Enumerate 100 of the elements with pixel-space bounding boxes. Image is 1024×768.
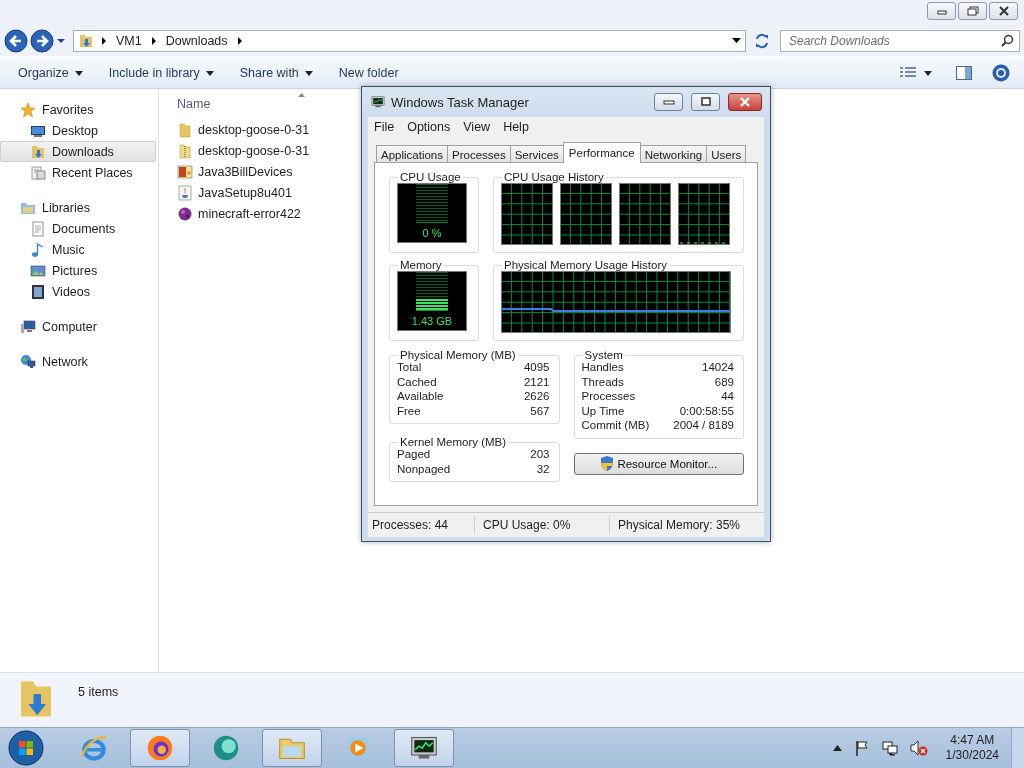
- view-options-icon[interactable]: [900, 67, 916, 79]
- column-header[interactable]: Name: [177, 97, 211, 111]
- breadcrumb-item[interactable]: Downloads: [163, 34, 230, 48]
- listed-entry[interactable]: desktop-goose-0-31: [177, 119, 357, 140]
- window-title: Windows Task Manager: [391, 94, 529, 110]
- cpu-history-graph: [501, 183, 553, 245]
- task-manager-icon: [410, 734, 438, 762]
- sidebar-item[interactable]: Pictures: [0, 260, 156, 281]
- stat-value: 567: [530, 404, 550, 419]
- taskbar-button[interactable]: [130, 729, 190, 767]
- music-note-icon: [30, 241, 46, 258]
- group-label: CPU Usage: [399, 171, 462, 183]
- taskbar-button[interactable]: [394, 729, 454, 767]
- app-icon: [212, 734, 240, 762]
- chevron-icon[interactable]: [150, 37, 157, 45]
- menu-item[interactable]: View: [463, 120, 491, 134]
- app-icon: [177, 205, 193, 222]
- caret-icon: [74, 70, 83, 76]
- dropdown-caret-icon[interactable]: [732, 38, 741, 44]
- tab[interactable]: Networking: [639, 145, 708, 163]
- sidebar-item[interactable]: Favorites: [0, 99, 158, 120]
- group-label: System: [583, 349, 624, 361]
- clock-date[interactable]: 1/30/2024: [945, 748, 999, 763]
- picture-icon: [30, 262, 46, 279]
- tab[interactable]: Applications: [376, 145, 448, 163]
- sidebar-item[interactable]: Downloads: [0, 141, 156, 162]
- meter-reading: 0 %: [422, 227, 442, 239]
- browser-icon: [80, 734, 108, 762]
- listed-entry[interactable]: desktop-goose-0-31: [177, 140, 357, 161]
- toolbar-button[interactable]: Share with: [233, 63, 319, 83]
- clock-time[interactable]: 4:47 AM: [950, 733, 995, 748]
- flag-icon[interactable]: [853, 740, 870, 756]
- listed-entry[interactable]: Java3BillDevices: [177, 161, 357, 182]
- tab[interactable]: Users: [706, 145, 747, 163]
- forward-button[interactable]: [30, 29, 54, 53]
- menu-item[interactable]: Options: [407, 120, 451, 134]
- chevron-icon[interactable]: [101, 37, 107, 45]
- stat-label: Total: [397, 361, 422, 375]
- sidebar-item[interactable]: Recent Places: [0, 162, 156, 183]
- task-manager-icon: [370, 95, 386, 109]
- start-button[interactable]: [8, 730, 44, 766]
- network-icon[interactable]: [881, 740, 898, 756]
- tab[interactable]: Performance: [562, 142, 641, 163]
- network-icon: [20, 353, 36, 370]
- cpu-history-graph: [560, 183, 612, 245]
- menu-item[interactable]: Help: [503, 120, 529, 134]
- group-label: CPU Usage History: [503, 171, 605, 183]
- close-icon: [738, 97, 752, 107]
- muted-speaker-icon[interactable]: [909, 740, 928, 756]
- listed-entry[interactable]: JavaSetup8u401: [177, 182, 357, 203]
- toolbar-button[interactable]: Include in library: [102, 63, 220, 83]
- caret-icon[interactable]: [924, 70, 932, 76]
- toolbar-button[interactable]: New folder: [332, 63, 405, 83]
- caret-icon: [304, 70, 313, 76]
- cpu-history-graph: [678, 183, 730, 245]
- film-icon: [30, 283, 46, 300]
- stat-label: Processes: [581, 390, 636, 404]
- sidebar-item[interactable]: Documents: [0, 218, 156, 239]
- minimize-button[interactable]: [654, 93, 683, 111]
- status-bar-item: Processes: 44: [368, 516, 475, 534]
- chevron-icon[interactable]: [236, 37, 243, 45]
- history-dropdown-icon[interactable]: [56, 38, 66, 44]
- preview-pane-icon[interactable]: [956, 66, 972, 80]
- close-button[interactable]: [989, 2, 1018, 20]
- address-bar[interactable]: VM1 Downloads: [73, 30, 746, 52]
- sidebar-item[interactable]: Music: [0, 239, 156, 260]
- close-button[interactable]: [728, 93, 762, 111]
- help-icon[interactable]: [992, 64, 1010, 82]
- sidebar-item[interactable]: Libraries: [0, 197, 158, 218]
- caret-icon: [205, 70, 214, 76]
- show-hidden-icons-icon[interactable]: [832, 745, 842, 751]
- tab[interactable]: Services: [509, 145, 564, 163]
- shield-icon: [600, 456, 615, 471]
- sidebar-item[interactable]: Network: [0, 351, 158, 372]
- stat-value: 32: [536, 462, 550, 477]
- maximize-button[interactable]: [691, 93, 720, 111]
- search-field[interactable]: Search Downloads: [780, 30, 1020, 52]
- stat-label: Commit (MB): [581, 419, 650, 433]
- sidebar-item[interactable]: Videos: [0, 281, 156, 302]
- download-folder-icon: [30, 143, 46, 160]
- stat-value: 0:00:58:55: [679, 404, 734, 419]
- group-label: Kernel Memory (MB): [399, 436, 508, 448]
- toolbar-button[interactable]: Organize: [12, 63, 89, 83]
- menu-item[interactable]: File: [374, 120, 395, 134]
- meter-reading: 1.43 GB: [411, 315, 453, 327]
- breadcrumb-item[interactable]: VM1: [114, 34, 144, 48]
- sidebar-item[interactable]: Computer: [0, 316, 158, 337]
- minimize-button[interactable]: [927, 2, 956, 20]
- tab[interactable]: Processes: [447, 145, 511, 163]
- listed-entry[interactable]: minecraft-error422: [177, 203, 357, 224]
- resource-monitor-button[interactable]: Resource Monitor...: [573, 452, 744, 475]
- sidebar-item[interactable]: Desktop: [0, 120, 156, 141]
- document-icon: [30, 220, 46, 237]
- stat-value: 2004 / 8189: [673, 419, 734, 433]
- cpu-history-graph: [619, 183, 671, 245]
- download-folder-icon: [78, 33, 94, 49]
- stat-label: Available: [397, 390, 444, 404]
- restore-button[interactable]: [958, 2, 987, 20]
- back-button[interactable]: [4, 29, 28, 53]
- zip-folder-icon: [177, 142, 193, 159]
